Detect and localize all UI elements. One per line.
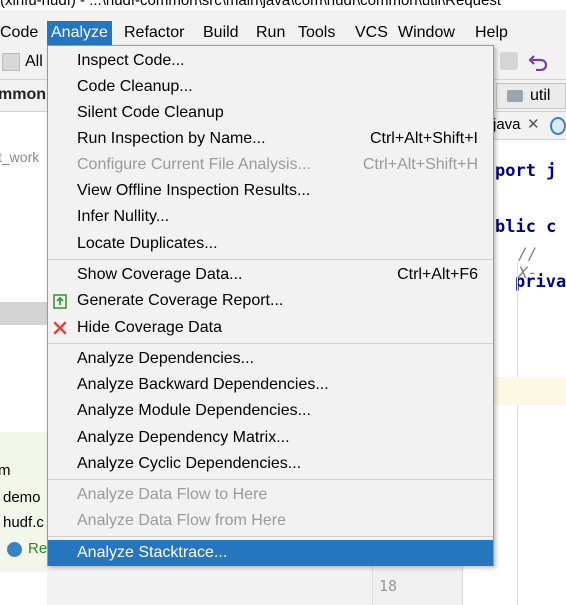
menu-item-infer-nullity[interactable]: Infer Nullity... bbox=[48, 204, 493, 230]
nav-crumb-common[interactable]: mmon bbox=[0, 86, 46, 104]
menu-item-label: Configure Current File Analysis... bbox=[77, 156, 311, 173]
indent-guide bbox=[517, 262, 518, 605]
menu-item-analyze-data-flow-from-here[interactable]: Analyze Data Flow from Here bbox=[48, 508, 493, 534]
class-tab-icon bbox=[550, 117, 566, 135]
window-title-bar: (xinfu-hudf) - ...\hudf-common\src\main\… bbox=[0, 0, 566, 10]
menu-analyze[interactable]: Analyze bbox=[47, 21, 112, 45]
code-line-class: blic c bbox=[495, 217, 557, 237]
menu-item-label: Silent Code Cleanup bbox=[77, 104, 224, 121]
nav-crumb-util: util bbox=[530, 87, 551, 104]
run-line-1: m bbox=[0, 462, 11, 479]
menu-window[interactable]: Window bbox=[394, 21, 459, 45]
menu-item-label: Locate Duplicates... bbox=[77, 235, 218, 252]
menu-item-label: Analyze Dependency Matrix... bbox=[77, 429, 290, 446]
menu-item-label: Analyze Dependencies... bbox=[77, 350, 254, 367]
run-line-4: Re bbox=[28, 540, 48, 557]
menu-item-locate-duplicates[interactable]: Locate Duplicates... bbox=[48, 231, 493, 257]
menu-item-configure-current-file-analysis[interactable]: Configure Current File Analysis... Ctrl+… bbox=[48, 152, 493, 178]
nav-crumb-util-box[interactable]: util bbox=[496, 83, 566, 109]
menu-item-show-coverage-data[interactable]: Show Coverage Data... Ctrl+Alt+F6 bbox=[48, 262, 493, 288]
device-icon[interactable] bbox=[500, 52, 518, 70]
menu-bar: Code Analyze Refactor Build Run Tools VC… bbox=[0, 21, 566, 45]
menu-item-label: Infer Nullity... bbox=[77, 208, 170, 225]
code-editor: java ✕ port j blic c // X- priva bbox=[493, 112, 566, 605]
menu-item-label: Analyze Cyclic Dependencies... bbox=[77, 455, 302, 472]
undo-icon[interactable] bbox=[528, 53, 548, 71]
current-line-highlight bbox=[493, 377, 566, 405]
menu-item-label: Analyze Data Flow to Here bbox=[77, 486, 268, 503]
menu-item-analyze-module-dependencies[interactable]: Analyze Module Dependencies... bbox=[48, 398, 493, 424]
back-icon[interactable] bbox=[2, 53, 20, 71]
folder-icon bbox=[507, 90, 523, 102]
menu-item-label: Analyze Module Dependencies... bbox=[77, 402, 311, 419]
menu-separator bbox=[48, 343, 493, 344]
generate-report-icon bbox=[53, 294, 67, 309]
menu-help[interactable]: Help bbox=[471, 21, 512, 45]
analyze-menu: Inspect Code... Code Cleanup... Silent C… bbox=[47, 45, 494, 566]
line-number: 18 bbox=[379, 577, 398, 595]
project-panel: t_work m demo hudf.c Re bbox=[0, 112, 47, 605]
menu-item-shortcut: Ctrl+Alt+Shift+H bbox=[362, 156, 478, 173]
menu-item-label: Hide Coverage Data bbox=[77, 319, 222, 336]
menu-item-analyze-dependencies[interactable]: Analyze Dependencies... bbox=[48, 346, 493, 372]
title-gap bbox=[0, 10, 566, 21]
menu-item-inspect-code[interactable]: Inspect Code... bbox=[48, 48, 493, 74]
menu-item-analyze-data-flow-to-here[interactable]: Analyze Data Flow to Here bbox=[48, 482, 493, 508]
menu-item-analyze-stacktrace[interactable]: Analyze Stacktrace... bbox=[48, 540, 493, 566]
menu-vcs[interactable]: VCS bbox=[351, 21, 392, 45]
menu-item-shortcut: Ctrl+Alt+F6 bbox=[397, 266, 478, 283]
menu-separator bbox=[48, 536, 493, 537]
editor-tab-label[interactable]: java bbox=[493, 116, 521, 133]
menu-item-hide-coverage-data[interactable]: Hide Coverage Data bbox=[48, 315, 493, 341]
menu-item-label: Code Cleanup... bbox=[77, 78, 193, 95]
menu-item-label: Generate Coverage Report... bbox=[77, 292, 284, 309]
project-tree-item[interactable]: t_work bbox=[0, 149, 39, 165]
menu-item-run-inspection-by-name[interactable]: Run Inspection by Name... Ctrl+Alt+Shift… bbox=[48, 126, 493, 152]
class-icon bbox=[7, 542, 22, 557]
menu-item-code-cleanup[interactable]: Code Cleanup... bbox=[48, 74, 493, 100]
line-gutter: 18 bbox=[372, 565, 463, 605]
menu-item-view-offline-inspection-results[interactable]: View Offline Inspection Results... bbox=[48, 178, 493, 204]
run-line-2: demo bbox=[3, 489, 41, 506]
window-title: (xinfu-hudf) - ...\hudf-common\src\main\… bbox=[0, 0, 502, 9]
close-icon bbox=[53, 321, 67, 335]
close-tab-icon[interactable]: ✕ bbox=[527, 115, 540, 133]
menu-item-label: Show Coverage Data... bbox=[77, 266, 243, 283]
menu-item-silent-code-cleanup[interactable]: Silent Code Cleanup bbox=[48, 100, 493, 126]
code-line-field: priva bbox=[515, 272, 566, 292]
menu-item-shortcut: Ctrl+Alt+Shift+I bbox=[369, 130, 478, 147]
menu-separator bbox=[48, 479, 493, 480]
menu-item-analyze-dependency-matrix[interactable]: Analyze Dependency Matrix... bbox=[48, 425, 493, 451]
menu-item-label: Inspect Code... bbox=[77, 52, 185, 69]
toolbar-all[interactable]: All bbox=[25, 53, 43, 71]
menu-refactor[interactable]: Refactor bbox=[120, 21, 188, 45]
menu-item-analyze-backward-dependencies[interactable]: Analyze Backward Dependencies... bbox=[48, 372, 493, 398]
menu-item-label: Analyze Data Flow from Here bbox=[77, 512, 286, 529]
menu-item-label: Run Inspection by Name... bbox=[77, 130, 266, 147]
run-line-3: hudf.c bbox=[3, 514, 44, 531]
menu-separator bbox=[48, 259, 493, 260]
menu-item-generate-coverage-report[interactable]: Generate Coverage Report... bbox=[48, 288, 493, 314]
menu-build[interactable]: Build bbox=[199, 21, 243, 45]
menu-item-analyze-cyclic-dependencies[interactable]: Analyze Cyclic Dependencies... bbox=[48, 451, 493, 477]
menu-item-label: Analyze Stacktrace... bbox=[77, 544, 228, 561]
code-line-import: port j bbox=[495, 161, 557, 181]
menu-code[interactable]: Code bbox=[0, 21, 42, 45]
menu-item-label: Analyze Backward Dependencies... bbox=[77, 376, 329, 393]
selected-tree-row[interactable] bbox=[0, 302, 47, 325]
menu-run[interactable]: Run bbox=[252, 21, 289, 45]
menu-tools[interactable]: Tools bbox=[294, 21, 339, 45]
menu-item-label: View Offline Inspection Results... bbox=[77, 182, 311, 199]
